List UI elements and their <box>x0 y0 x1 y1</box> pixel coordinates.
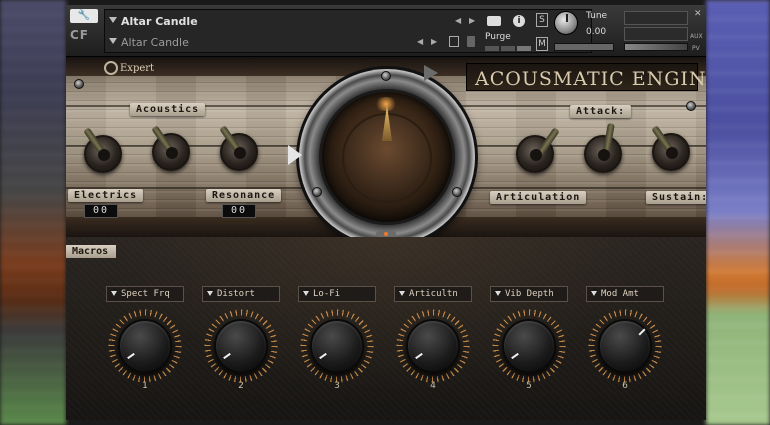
rivet <box>74 79 84 89</box>
acoustics-lever-1[interactable] <box>84 135 122 173</box>
macro-number-1: 1 <box>142 381 148 391</box>
attack-lever-1[interactable] <box>516 135 554 173</box>
articulation-label: Articulation <box>490 191 587 204</box>
close-icon[interactable]: ✕ <box>694 9 702 19</box>
instrument-window: 🔧 CF Altar Candle ◀ ▶ Altar Candle ◀ ▶ i… <box>66 5 706 420</box>
macro-number-4: 4 <box>430 381 436 391</box>
macro-select-label: Vib Depth <box>505 289 554 299</box>
instrument-name-box: Altar Candle ◀ ▶ Altar Candle ◀ ▶ i Purg… <box>104 9 592 53</box>
electrics-value[interactable]: 00 <box>84 204 118 218</box>
macro-knob-4[interactable] <box>406 319 460 373</box>
output-meter-right <box>624 27 688 41</box>
attack-lever-3[interactable] <box>652 133 690 171</box>
dial-glow <box>374 97 398 111</box>
solo-button[interactable]: S <box>536 13 548 27</box>
engine-title-strip: ACOUSMATIC ENGINE <box>466 63 706 91</box>
rivet <box>312 187 322 197</box>
macro-select-6[interactable]: Mod Amt <box>586 286 664 302</box>
macro-select-2[interactable]: Distort <box>202 286 280 302</box>
volume-slider[interactable] <box>624 43 688 51</box>
engine-title: ACOUSMATIC ENGINE <box>475 68 706 90</box>
daw-background-right <box>706 0 770 425</box>
preset-name-row[interactable]: Altar Candle ◀ ▶ <box>105 33 513 53</box>
aux-button[interactable]: AUX <box>690 33 703 40</box>
macro-select-label: Articultn <box>409 289 458 299</box>
tune-knob[interactable] <box>554 11 578 35</box>
gear-icon[interactable] <box>104 61 118 75</box>
knob-indicator <box>223 352 231 360</box>
instrument-name-row[interactable]: Altar Candle ◀ ▶ <box>105 12 513 32</box>
purge-menu[interactable]: Purge <box>485 32 511 42</box>
acoustics-lever-3[interactable] <box>220 133 258 171</box>
dial-left-arrow-icon[interactable] <box>288 145 302 165</box>
daw-background-left <box>0 0 66 425</box>
chevron-down-icon <box>303 291 309 296</box>
macros-label: Macros <box>66 245 117 258</box>
macro-knob-3[interactable] <box>310 319 364 373</box>
dial-top-arrow-icon[interactable] <box>424 65 438 81</box>
macro-select-3[interactable]: Lo-Fi <box>298 286 376 302</box>
instrument-logo: CF <box>70 28 90 42</box>
chevron-down-icon <box>399 291 405 296</box>
chevron-down-icon <box>207 291 213 296</box>
macro-knob-1[interactable] <box>118 319 172 373</box>
knob-indicator <box>638 328 646 336</box>
macro-select-1[interactable]: Spect Frq <box>106 286 184 302</box>
macro-knob-2[interactable] <box>214 319 268 373</box>
camera-icon[interactable] <box>487 16 501 26</box>
sustain-label: Sustain: <box>646 191 706 204</box>
preset-name: Altar Candle <box>121 36 189 49</box>
macro-select-4[interactable]: Articultn <box>394 286 472 302</box>
expert-label[interactable]: Expert <box>120 63 154 74</box>
trash-icon[interactable] <box>467 36 475 47</box>
chevron-down-icon <box>495 291 501 296</box>
memory-meter <box>485 46 531 51</box>
macro-select-label: Lo-Fi <box>313 289 341 299</box>
attack-label: Attack: <box>570 105 632 118</box>
macro-select-5[interactable]: Vib Depth <box>490 286 568 302</box>
prev-preset-button[interactable]: ◀ <box>417 37 423 46</box>
knob-indicator <box>319 352 327 360</box>
macro-select-label: Distort <box>217 289 255 299</box>
attack-lever-2[interactable] <box>584 135 622 173</box>
chevron-down-icon <box>591 291 597 296</box>
resonance-label: Resonance <box>206 189 282 202</box>
instrument-name: Altar Candle <box>121 15 198 28</box>
knob-indicator <box>511 352 519 360</box>
chevron-down-icon[interactable] <box>109 38 117 44</box>
acoustics-label: Acoustics <box>130 103 206 116</box>
macro-number-2: 2 <box>238 381 244 391</box>
macro-knob-6[interactable] <box>598 319 652 373</box>
pv-button[interactable]: PV <box>692 45 700 52</box>
prev-instrument-button[interactable]: ◀ <box>455 16 461 25</box>
tune-value[interactable]: 0.00 <box>586 27 606 37</box>
knob-indicator <box>415 352 423 360</box>
macro-number-5: 5 <box>526 381 532 391</box>
macro-number-3: 3 <box>334 381 340 391</box>
info-icon[interactable]: i <box>513 15 525 27</box>
rivet <box>452 187 462 197</box>
electrics-label: Electrics <box>68 189 144 202</box>
dial-indicator-dot <box>384 232 388 236</box>
macro-select-label: Mod Amt <box>601 289 639 299</box>
macro-select-label: Spect Frq <box>121 289 170 299</box>
chevron-down-icon[interactable] <box>109 17 117 23</box>
tune-label: Tune <box>586 11 608 21</box>
macro-knob-5[interactable] <box>502 319 556 373</box>
pan-slider[interactable] <box>554 43 614 51</box>
rivet <box>686 101 696 111</box>
macro-number-6: 6 <box>622 381 628 391</box>
mute-button[interactable]: M <box>536 37 548 51</box>
instrument-header: 🔧 CF Altar Candle ◀ ▶ Altar Candle ◀ ▶ i… <box>66 5 706 57</box>
knob-indicator <box>127 352 135 360</box>
chevron-down-icon <box>111 291 117 296</box>
rivet <box>381 71 391 81</box>
save-icon[interactable] <box>449 36 459 47</box>
next-preset-button[interactable]: ▶ <box>431 37 437 46</box>
next-instrument-button[interactable]: ▶ <box>469 16 475 25</box>
wrench-icon[interactable]: 🔧 <box>70 9 98 23</box>
resonance-value[interactable]: 00 <box>222 204 256 218</box>
acoustics-lever-2[interactable] <box>152 133 190 171</box>
output-meter-left <box>624 11 688 25</box>
